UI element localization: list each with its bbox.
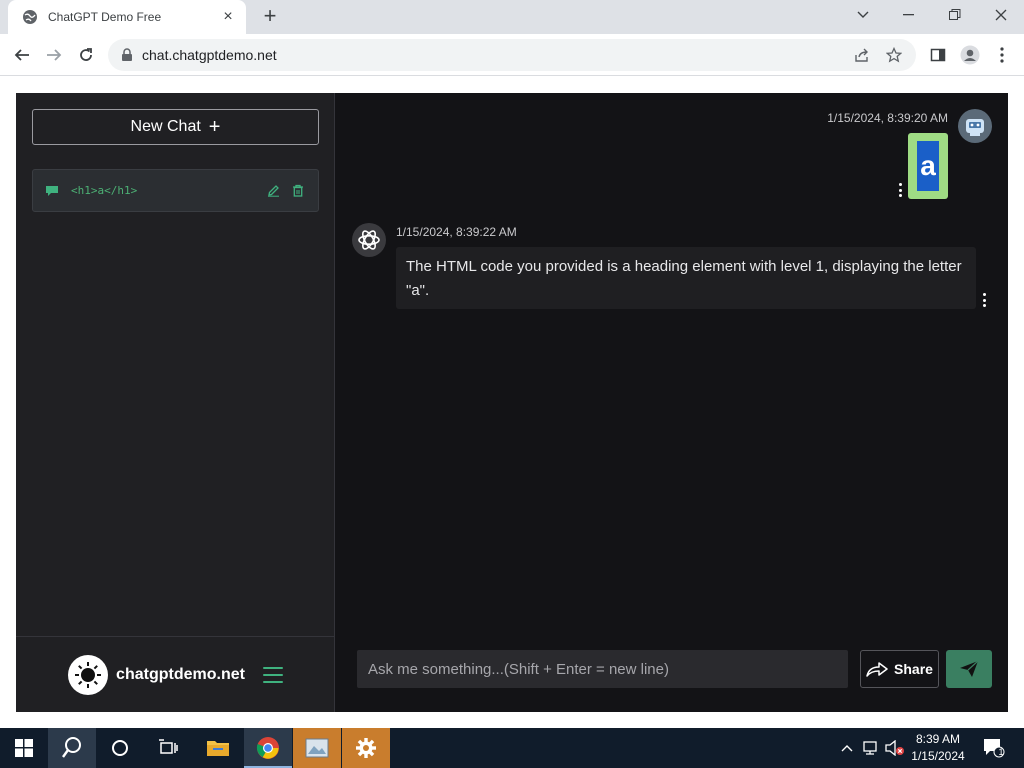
chat-title: <h1>a</h1> (71, 184, 138, 197)
browser-tab-strip: ChatGPT Demo Free × + (0, 0, 1024, 34)
close-window-icon[interactable] (978, 0, 1024, 30)
sidebar: New Chat + <h1>a</h1> chatgptdemo.net (16, 93, 335, 712)
share-page-icon[interactable] (852, 45, 872, 65)
user-message-time: 1/15/2024, 8:39:20 AM (827, 111, 948, 125)
notification-count: 1 (998, 747, 1004, 757)
side-panel-icon[interactable] (926, 43, 950, 67)
assistant-message-text: The HTML code you provided is a heading … (406, 258, 962, 299)
share-arrow-icon (866, 662, 888, 677)
windows-start-icon[interactable] (0, 728, 48, 768)
reload-icon[interactable] (74, 43, 98, 67)
clock-time: 8:39 AM (915, 732, 961, 746)
trash-icon[interactable] (290, 183, 306, 199)
browser-toolbar: chat.chatgptdemo.net (0, 34, 1024, 76)
file-explorer-icon[interactable] (194, 728, 242, 768)
assistant-message-time: 1/15/2024, 8:39:22 AM (396, 225, 517, 239)
lock-icon (122, 48, 132, 61)
settings-gear-icon[interactable] (342, 728, 390, 768)
taskbar: 8:39 AM 1/15/2024 1 (0, 728, 1024, 768)
network-icon[interactable] (860, 728, 882, 768)
tab-close-icon[interactable]: × (220, 9, 236, 25)
plus-icon: + (208, 116, 221, 138)
chat-main: 1/15/2024, 8:39:20 AM a 1/15/2024, 8:39:… (336, 93, 1008, 712)
url-text: chat.chatgptdemo.net (142, 47, 277, 63)
chat-bubble-icon (46, 185, 58, 196)
openai-logo-icon (352, 223, 386, 257)
share-label: Share (894, 661, 933, 677)
chat-history-item[interactable]: <h1>a</h1> (32, 169, 319, 212)
chrome-icon[interactable] (244, 728, 292, 768)
user-message-text: a (917, 141, 939, 191)
browser-menu-icon[interactable] (990, 43, 1014, 67)
tab-title: ChatGPT Demo Free (48, 10, 162, 24)
user-message-bubble: a (908, 133, 948, 199)
forward-icon[interactable] (42, 43, 66, 67)
composer: Share (336, 649, 1008, 689)
volume-muted-icon[interactable] (884, 728, 906, 768)
profile-icon[interactable] (958, 43, 982, 67)
back-icon[interactable] (10, 43, 34, 67)
message-input[interactable] (357, 650, 848, 688)
sidebar-footer: chatgptdemo.net (16, 636, 335, 712)
search-icon[interactable] (48, 728, 96, 768)
send-icon (960, 660, 979, 677)
clock-date: 1/15/2024 (911, 749, 965, 763)
bookmark-star-icon[interactable] (884, 45, 904, 65)
web-page: New Chat + <h1>a</h1> chatgptdemo.net 1/… (0, 77, 1024, 728)
restore-icon[interactable] (932, 0, 978, 30)
new-chat-label: New Chat (130, 118, 201, 135)
sun-logo-icon (68, 654, 109, 695)
brand-name[interactable]: chatgptdemo.net (116, 666, 245, 684)
new-chat-button[interactable]: New Chat + (32, 109, 319, 145)
send-button[interactable] (946, 650, 992, 688)
edit-icon[interactable] (265, 183, 281, 199)
share-button[interactable]: Share (860, 650, 939, 688)
hamburger-menu-icon[interactable] (262, 666, 283, 683)
chevron-up-icon[interactable] (838, 728, 856, 768)
address-bar[interactable]: chat.chatgptdemo.net (108, 39, 916, 71)
minimize-icon[interactable] (886, 0, 932, 30)
user-message-more-icon[interactable] (897, 183, 903, 197)
globe-icon (23, 10, 37, 24)
tab-search-icon[interactable] (840, 0, 886, 30)
assistant-message-more-icon[interactable] (981, 293, 987, 307)
notifications-icon[interactable]: 1 (978, 728, 1010, 768)
browser-tab[interactable]: ChatGPT Demo Free × (8, 0, 246, 34)
cortana-icon[interactable] (96, 728, 144, 768)
task-view-icon[interactable] (144, 728, 192, 768)
user-avatar-icon (958, 109, 992, 143)
chat-app: New Chat + <h1>a</h1> chatgptdemo.net 1/… (16, 93, 1008, 712)
assistant-message-bubble: The HTML code you provided is a heading … (396, 247, 976, 309)
new-tab-button[interactable]: + (258, 5, 282, 28)
system-clock[interactable]: 8:39 AM 1/15/2024 (904, 731, 972, 765)
photos-app-icon[interactable] (293, 728, 341, 768)
